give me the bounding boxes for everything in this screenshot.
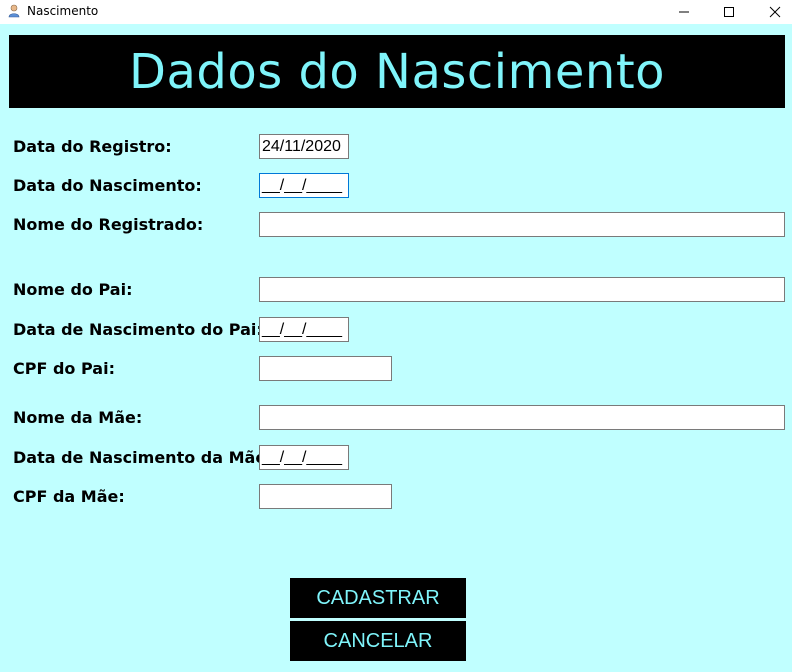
data-nasc-mae-label: Data de Nascimento da Mãe: [13, 448, 273, 467]
cancelar-button[interactable]: CANCELAR [290, 621, 466, 661]
close-button[interactable] [752, 0, 792, 24]
data-registro-label: Data do Registro: [13, 137, 172, 156]
cpf-mae-label: CPF da Mãe: [13, 487, 125, 506]
minimize-icon [679, 11, 689, 13]
data-nascimento-field[interactable]: __/__/____ [259, 173, 349, 198]
nome-mae-label: Nome da Mãe: [13, 408, 143, 427]
data-nascimento-label: Data do Nascimento: [13, 176, 202, 195]
window-title: Nascimento [27, 4, 99, 18]
nome-mae-field[interactable] [259, 405, 785, 430]
page-header: Dados do Nascimento [9, 35, 785, 108]
nome-registrado-field[interactable] [259, 212, 785, 237]
minimize-button[interactable] [661, 0, 707, 24]
maximize-button[interactable] [706, 0, 752, 24]
user-app-icon [7, 4, 21, 18]
data-nasc-mae-field[interactable]: __/__/____ [259, 445, 349, 470]
cpf-mae-field[interactable] [259, 484, 392, 509]
nome-pai-label: Nome do Pai: [13, 280, 133, 299]
cpf-pai-label: CPF do Pai: [13, 359, 115, 378]
data-nasc-pai-field[interactable]: __/__/____ [259, 317, 349, 342]
cadastrar-button[interactable]: CADASTRAR [290, 578, 466, 618]
data-nasc-pai-label: Data de Nascimento do Pai: [13, 320, 263, 339]
page-title: Dados do Nascimento [128, 43, 666, 100]
window-titlebar: Nascimento [0, 0, 792, 24]
nome-registrado-label: Nome do Registrado: [13, 215, 204, 234]
nome-pai-field[interactable] [259, 277, 785, 302]
cpf-pai-field[interactable] [259, 356, 392, 381]
maximize-icon [724, 7, 734, 17]
data-registro-field[interactable]: 24/11/2020 [259, 134, 349, 159]
close-icon [769, 6, 781, 18]
